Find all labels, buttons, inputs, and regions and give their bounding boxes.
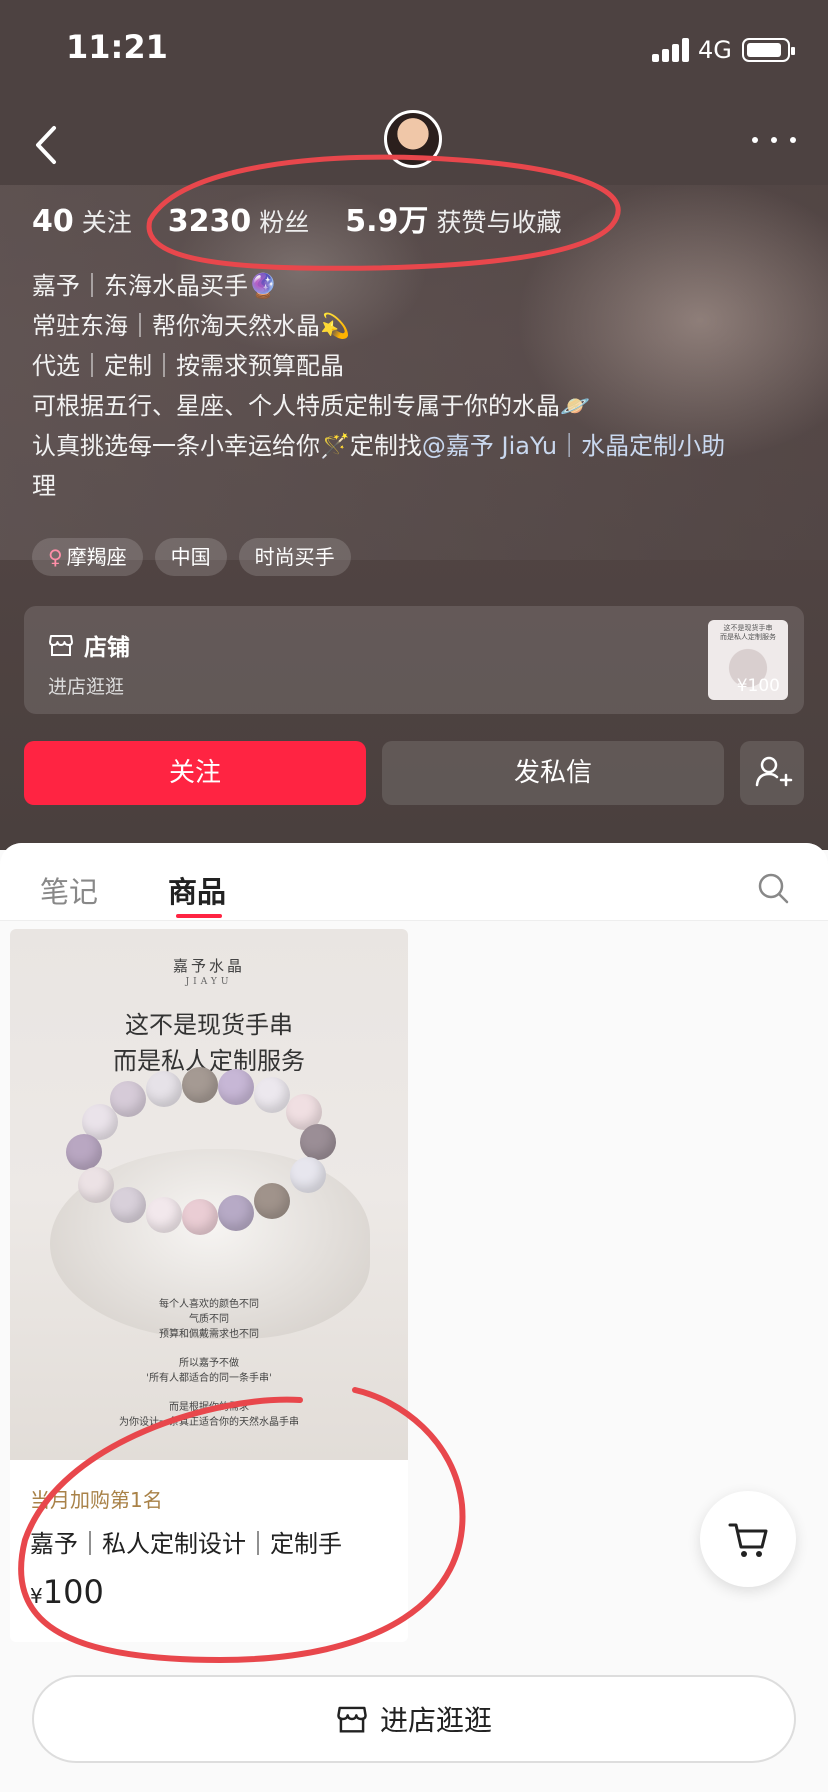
add-friend-button[interactable] [740, 741, 804, 805]
product-image-headline: 这不是现货手串 而是私人定制服务 [10, 1007, 408, 1079]
more-icon[interactable] [752, 130, 796, 150]
desc-line: 每个人喜欢的颜色不同 [159, 1299, 259, 1310]
desc-line: 为你设计一条真正适合你的天然水晶手串 [119, 1417, 299, 1428]
bio-line: 理 [32, 472, 56, 500]
desc-line: '所有人都适合的同一条手串' [146, 1373, 272, 1384]
content-sheet: 笔记 商品 嘉予水晶 JIAYU 这不是现货手串 而是私人定制服务 每个人喜欢的… [0, 843, 828, 1792]
tab-products[interactable]: 商品 [168, 869, 226, 911]
bio-line: 嘉予｜东海水晶买手🔮 [32, 272, 278, 300]
thumbnail-price: ¥100 [736, 676, 780, 696]
desc-line: 气质不同 [189, 1314, 229, 1325]
status-bar: 11:21 4G [0, 0, 828, 100]
product-rank-badge: 当月加购第1名 [30, 1488, 163, 1512]
bio-line: 常驻东海｜帮你淘天然水晶💫 [32, 312, 350, 340]
product-name: 嘉予｜私人定制设计｜定制手 [30, 1530, 342, 1558]
tab-notes[interactable]: 笔记 [40, 869, 98, 911]
store-icon [337, 1706, 367, 1733]
network-label: 4G [698, 36, 732, 64]
tag-occupation[interactable]: 时尚买手 [238, 538, 351, 576]
price-value: 100 [42, 1573, 104, 1611]
product-image[interactable]: 嘉予水晶 JIAYU 这不是现货手串 而是私人定制服务 每个人喜欢的颜色不同 气… [10, 929, 408, 1460]
shop-title-text: 店铺 [84, 635, 130, 661]
shop-card[interactable]: 店铺 进店逛逛 这不是现货手串 而是私人定制服务 ¥100 [24, 606, 804, 714]
followers-label[interactable]: 粉丝 [259, 203, 309, 239]
female-icon: ♀ [48, 545, 63, 569]
tag-label: 摩羯座 [66, 545, 127, 569]
tag-zodiac[interactable]: ♀ 摩羯座 [32, 538, 143, 576]
profile-header: 11:21 4G 40 关注 3230 粉丝 5.9万 获赞与收藏 嘉予｜东海水… [0, 0, 828, 850]
status-time: 11:21 [66, 28, 168, 66]
thumbnail-caption: 这不是现货手串 而是私人定制服务 [720, 624, 776, 641]
store-icon [49, 635, 73, 656]
likes-count[interactable]: 5.9万 [345, 196, 428, 240]
add-user-icon [755, 756, 793, 787]
profile-bio: 嘉予｜东海水晶买手🔮 常驻东海｜帮你淘天然水晶💫 代选｜定制｜按需求预算配晶 可… [32, 266, 802, 506]
desc-line: 预算和佩戴需求也不同 [159, 1329, 259, 1340]
following-label[interactable]: 关注 [82, 203, 132, 239]
shop-card-subtitle: 进店逛逛 [48, 676, 125, 698]
product-image-brand: 嘉予水晶 [172, 957, 245, 975]
bio-line: 可根据五行、星座、个人特质定制专属于你的水晶🪐 [32, 392, 590, 420]
product-image-brand-en: JIAYU [185, 977, 233, 987]
profile-tags: ♀ 摩羯座 中国 时尚买手 [32, 538, 351, 576]
avatar[interactable] [384, 110, 442, 168]
shop-product-thumbnail[interactable]: 这不是现货手串 而是私人定制服务 ¥100 [708, 620, 788, 700]
desc-line: 所以嘉予不做 [179, 1358, 239, 1369]
tab-bar: 笔记 商品 [0, 843, 828, 921]
battery-icon [742, 38, 795, 62]
product-image-description: 每个人喜欢的颜色不同 气质不同 预算和佩戴需求也不同 所以嘉予不做 '所有人都适… [10, 1297, 408, 1430]
desc-line: 而是根据你的需求 [169, 1402, 249, 1413]
product-card[interactable]: 嘉予水晶 JIAYU 这不是现货手串 而是私人定制服务 每个人喜欢的颜色不同 气… [10, 929, 408, 1642]
bio-line: 代选｜定制｜按需求预算配晶 [32, 352, 344, 380]
follow-button[interactable]: 关注 [24, 741, 366, 805]
likes-label[interactable]: 获赞与收藏 [436, 203, 561, 239]
enter-shop-button[interactable]: 进店逛逛 [32, 1675, 796, 1763]
following-count[interactable]: 40 [32, 204, 74, 239]
headline-line: 这不是现货手串 [125, 1011, 293, 1039]
cart-button[interactable] [700, 1491, 796, 1587]
profile-stats: 40 关注 3230 粉丝 5.9万 获赞与收藏 [32, 196, 561, 239]
message-button[interactable]: 发私信 [382, 741, 724, 805]
shop-card-title: 店铺 [48, 628, 130, 662]
bio-mention-link[interactable]: @嘉予 JiaYu｜水晶定制小助 [422, 432, 725, 460]
search-icon[interactable] [756, 871, 790, 905]
signal-icon [652, 38, 692, 62]
product-price: ¥100 [30, 1573, 104, 1611]
bio-line: 认真挑选每一条小幸运给你🪄定制找@嘉予 JiaYu｜水晶定制小助 [32, 426, 802, 466]
tag-location[interactable]: 中国 [154, 538, 227, 576]
back-icon[interactable] [30, 120, 70, 170]
followers-count[interactable]: 3230 [168, 204, 252, 239]
price-currency: ¥ [30, 1584, 43, 1608]
bio-text: 认真挑选每一条小幸运给你🪄定制找 [32, 432, 422, 460]
active-tab-indicator [176, 914, 222, 918]
enter-shop-label: 进店逛逛 [379, 1704, 492, 1737]
cart-icon [728, 1523, 768, 1557]
